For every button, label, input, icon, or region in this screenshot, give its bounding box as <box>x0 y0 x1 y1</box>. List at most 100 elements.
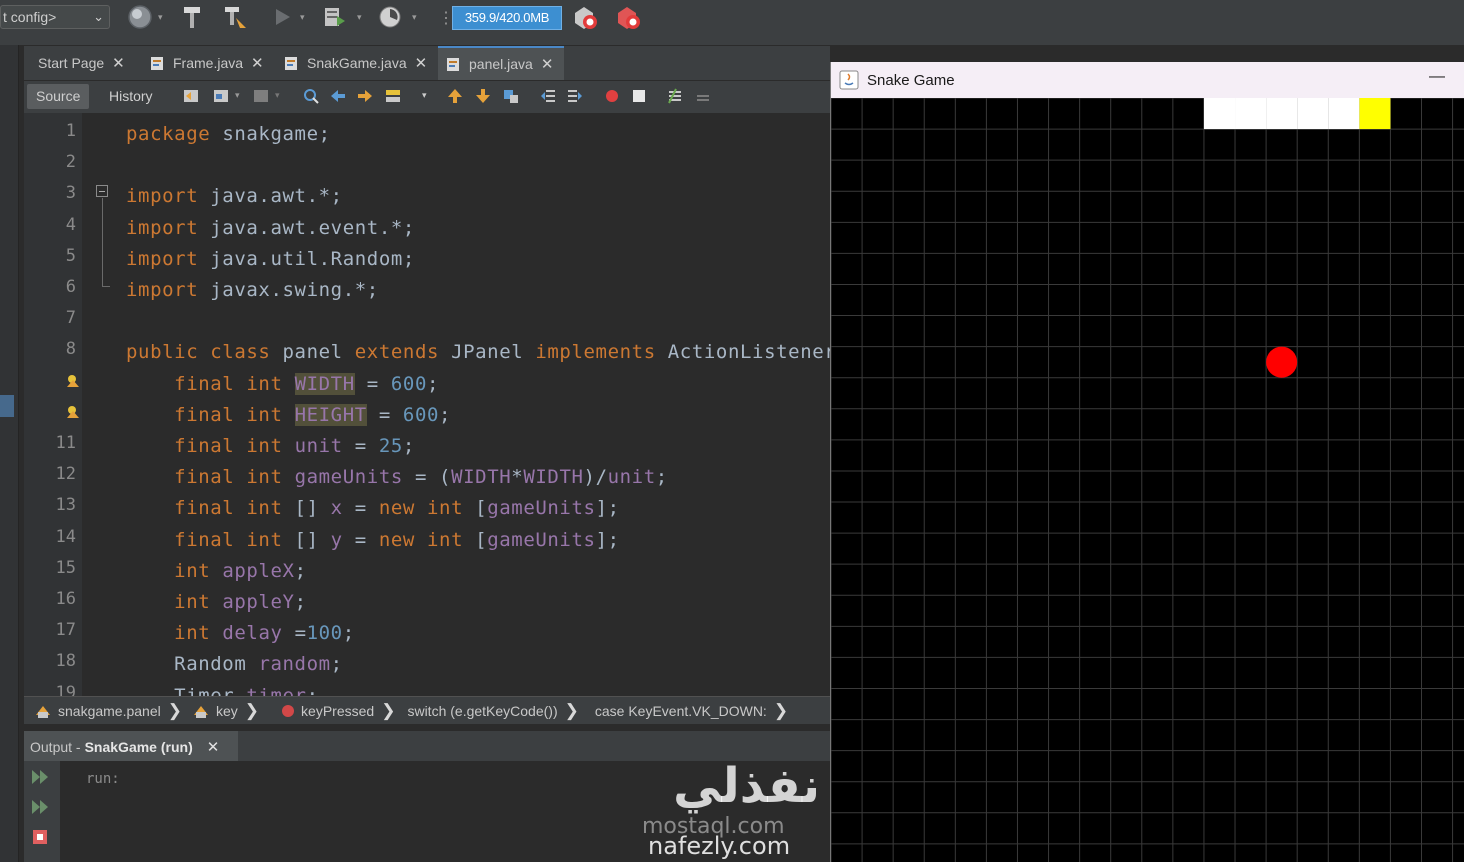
hammer-icon[interactable] <box>178 3 206 31</box>
config-select[interactable]: t config> ⌄ <box>0 5 110 29</box>
code-token: unit <box>294 435 343 457</box>
close-icon[interactable]: ✕ <box>112 54 125 72</box>
tab-start-page[interactable]: Start Page ✕ <box>30 46 140 80</box>
close-icon[interactable]: ✕ <box>251 54 264 72</box>
chevron-down-icon[interactable]: ▾ <box>235 90 240 101</box>
code-line: Random random; <box>126 646 343 677</box>
code-line: import java.awt.*; <box>126 178 343 209</box>
class-icon <box>36 705 50 718</box>
back-icon[interactable] <box>212 87 230 105</box>
code-editor[interactable]: 1 2 3 4 5 6 7 8 11 12 13 14 15 16 17 18 19 package snakg… <box>24 113 830 696</box>
stop-icon[interactable] <box>30 827 50 847</box>
output-console[interactable]: run: <box>60 761 830 862</box>
code-token: new int <box>378 528 464 551</box>
forward-icon[interactable] <box>252 87 270 105</box>
code-line: final int [] x = new int [gameUnits]; <box>126 490 620 521</box>
line-number: 3 <box>65 183 76 204</box>
rerun-icon[interactable] <box>30 767 50 787</box>
editor-tabs: Start Page ✕ Frame.java ✕ SnakGame.java … <box>24 46 830 81</box>
java-file-icon <box>151 56 163 70</box>
code-token: gameUnits <box>487 497 596 520</box>
stop-macro-icon[interactable] <box>630 87 648 105</box>
next-bookmark-icon[interactable] <box>474 87 492 105</box>
gc-icon[interactable] <box>571 3 599 31</box>
warning-bulb-icon[interactable] <box>66 374 80 388</box>
tab-frame-java[interactable]: Frame.java ✕ <box>142 46 270 80</box>
code-line: import java.awt.event.*; <box>126 210 415 241</box>
gc-icon-2[interactable] <box>614 3 642 31</box>
code-token: int <box>174 591 211 613</box>
breadcrumb-item[interactable]: switch (e.getKeyCode()) ❯ <box>407 701 578 721</box>
comment-icon[interactable] <box>666 87 684 105</box>
left-side-strip <box>0 45 19 862</box>
tab-snakgame-java[interactable]: SnakGame.java ✕ <box>276 46 434 80</box>
minimize-button[interactable]: — <box>1429 68 1445 86</box>
debug-icon[interactable] <box>320 3 348 31</box>
code-line: import javax.swing.*; <box>126 272 379 303</box>
rerun-with-params-icon[interactable] <box>30 797 50 817</box>
game-board[interactable] <box>831 98 1464 862</box>
window-titlebar[interactable]: Snake Game — <box>831 62 1464 98</box>
code-token: JPanel <box>439 341 536 364</box>
find-icon[interactable] <box>302 87 320 105</box>
code-token: x <box>330 497 343 520</box>
chevron-down-icon[interactable]: ▾ <box>422 90 427 101</box>
memory-usage-button[interactable]: 359.9/420.0MB <box>452 6 562 30</box>
profile-icon[interactable] <box>376 3 404 31</box>
source-button[interactable]: Source <box>27 84 90 109</box>
breadcrumb-item[interactable]: snakgame.panel ❯ <box>34 701 182 721</box>
line-number: 11 <box>55 433 76 453</box>
code-line: public class panel extends JPanel implem… <box>126 334 830 365</box>
breadcrumb-item[interactable]: key ❯ <box>192 701 259 721</box>
breadcrumb-item[interactable]: case KeyEvent.VK_DOWN: ❯ <box>595 701 788 721</box>
chevron-down-icon[interactable]: ▾ <box>158 12 163 23</box>
chevron-down-icon[interactable]: ▾ <box>275 90 280 101</box>
tab-output[interactable]: Output - SnakGame (run) ✕ <box>24 731 238 762</box>
toggle-highlight-icon[interactable] <box>384 87 402 105</box>
line-number: 13 <box>55 495 76 516</box>
code-token: ; <box>294 591 307 613</box>
line-number: 16 <box>55 589 76 609</box>
tab-panel-java[interactable]: panel.java ✕ <box>438 46 564 80</box>
shift-left-icon[interactable] <box>539 87 557 105</box>
code-token: y <box>330 528 343 551</box>
close-icon[interactable]: ✕ <box>541 55 554 73</box>
code-token: snakgame; <box>210 123 331 145</box>
code-token: unit <box>607 466 656 489</box>
warning-bulb-icon[interactable] <box>66 405 80 419</box>
code-token: 600 <box>402 403 440 426</box>
breadcrumb-item[interactable]: keyPressed ❯ <box>281 701 395 721</box>
code-token: [] <box>282 528 331 551</box>
code-token: ActionListener <box>655 341 830 364</box>
last-edit-icon[interactable] <box>182 87 200 105</box>
code-token: final int <box>174 435 283 457</box>
code-token: java.awt.event.*; <box>198 216 415 239</box>
code-token: [ <box>463 497 488 520</box>
uncomment-icon[interactable] <box>694 87 712 105</box>
globe-icon[interactable] <box>126 3 154 31</box>
code-token: 100 <box>306 622 343 645</box>
chevron-right-icon: ❯ <box>773 700 789 720</box>
chevron-down-icon[interactable]: ▾ <box>412 12 417 23</box>
previous-bookmark-icon[interactable] <box>446 87 464 105</box>
clean-build-icon[interactable] <box>221 3 249 31</box>
toggle-bookmark-icon[interactable] <box>502 87 520 105</box>
run-icon[interactable] <box>268 3 296 31</box>
history-button[interactable]: History <box>100 84 162 109</box>
window-title: Snake Game <box>867 71 955 89</box>
code-token: panel <box>270 341 355 364</box>
fold-collapse-icon[interactable] <box>96 185 108 197</box>
chevron-down-icon[interactable]: ▾ <box>357 12 362 23</box>
find-next-icon[interactable] <box>356 87 374 105</box>
start-macro-icon[interactable] <box>603 87 621 105</box>
close-icon[interactable]: ✕ <box>207 738 220 756</box>
chevron-down-icon[interactable]: ▾ <box>300 12 305 23</box>
code-token: appleX <box>222 559 295 582</box>
find-previous-icon[interactable] <box>329 87 347 105</box>
close-icon[interactable]: ✕ <box>415 54 428 72</box>
shift-right-icon[interactable] <box>566 87 584 105</box>
